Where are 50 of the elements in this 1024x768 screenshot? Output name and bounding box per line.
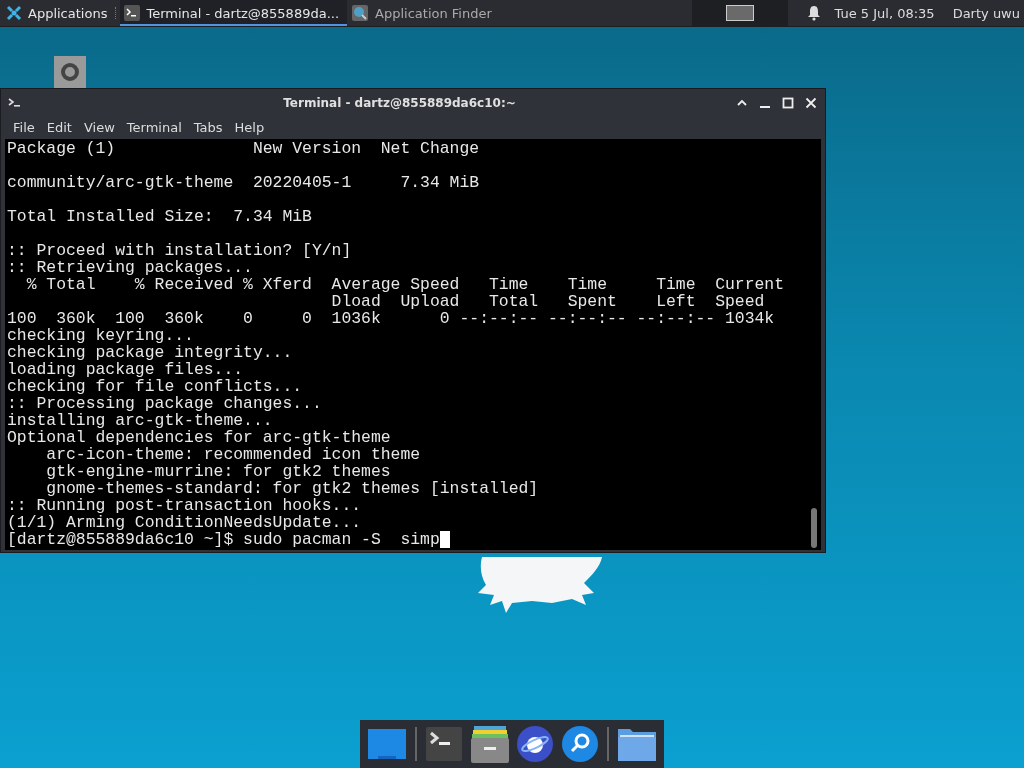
bell-icon[interactable] xyxy=(806,5,823,21)
terminal-line: community/arc-gtk-theme 20220405-1 7.34 MiB xyxy=(7,174,480,191)
terminal-icon xyxy=(7,95,23,110)
terminal-line: Optional dependencies for arc-gtk-theme xyxy=(7,429,391,446)
terminal-line: :: Retrieving packages... xyxy=(7,259,253,276)
user-name[interactable]: Darty uwu xyxy=(952,5,1020,21)
menu-item[interactable]: View xyxy=(77,120,121,135)
terminal-line: arc-icon-theme: recommended icon theme xyxy=(45,446,421,463)
terminal-line: :: Running post-transaction hooks... xyxy=(7,497,362,514)
terminal-icon xyxy=(124,5,141,21)
terminal-line: gnome-themes-standard: for gtk2 themes [installed] xyxy=(45,480,539,497)
taskbar-button[interactable]: Terminal - dartz@855889da... xyxy=(120,0,348,26)
clock[interactable]: Tue 5 Jul, 08:35 xyxy=(834,5,935,21)
terminal-icon[interactable] xyxy=(425,727,462,761)
desktop-launcher-icon[interactable] xyxy=(54,56,86,88)
terminal-line: Dload Upload Total Spent Left Speed xyxy=(330,293,765,310)
terminal-line: checking for file conflicts... xyxy=(7,378,303,395)
terminal-line: gtk-engine-murrine: for gtk2 themes xyxy=(45,463,391,480)
menu-item[interactable]: File xyxy=(7,120,41,135)
show-desktop-icon[interactable] xyxy=(368,727,407,761)
search-icon[interactable] xyxy=(562,726,599,762)
magnifier-icon xyxy=(351,4,370,22)
menu-item[interactable]: Tabs xyxy=(187,120,229,135)
applications-menu[interactable]: Applications xyxy=(0,0,114,26)
maximize-button[interactable] xyxy=(782,96,794,109)
planet-icon[interactable] xyxy=(517,726,554,762)
menu-item[interactable]: Help xyxy=(228,120,271,135)
terminal-line: (1/1) Arming ConditionNeedsUpdate... xyxy=(7,514,362,531)
workspace-thumbnail[interactable] xyxy=(726,5,755,21)
terminal-line: loading package files... xyxy=(7,361,244,378)
close-button[interactable] xyxy=(805,96,817,109)
file-cabinet-icon[interactable] xyxy=(470,725,509,763)
terminal-line: Package (1) New Version Net Change xyxy=(7,140,480,157)
terminal-line: 100 360k 100 360k 0 0 1036k 0 --:--:-- --:--:-- --:--:-- 1034k xyxy=(7,310,775,327)
folder-icon[interactable] xyxy=(617,727,656,761)
terminal-line: Total Installed Size: 7.34 MiB xyxy=(7,208,312,225)
menu-item[interactable]: Terminal xyxy=(120,120,188,135)
panel-handle xyxy=(115,7,119,19)
terminal-line: % Total % Received % Xferd Average Speed Time Time Time Current xyxy=(25,276,785,293)
window-title: Terminal - dartz@855889da6c10:~ xyxy=(282,95,517,110)
command-prompt: [dartz@855889da6c10 ~]$ sudo pacman -S simp xyxy=(7,531,440,548)
terminal-line: checking package integrity... xyxy=(7,344,293,361)
terminal-line: :: Proceed with installation? [Y/n] xyxy=(7,242,352,259)
text-cursor xyxy=(439,531,450,548)
taskbar-button[interactable]: Application Finder xyxy=(347,0,500,26)
terminal-line: :: Processing package changes... xyxy=(7,395,322,412)
terminal-line: installing arc-gtk-theme... xyxy=(7,412,273,429)
terminal-line: checking keyring... xyxy=(7,327,194,344)
scrollbar-thumb[interactable] xyxy=(811,508,817,548)
menu-item[interactable]: Edit xyxy=(40,120,78,135)
